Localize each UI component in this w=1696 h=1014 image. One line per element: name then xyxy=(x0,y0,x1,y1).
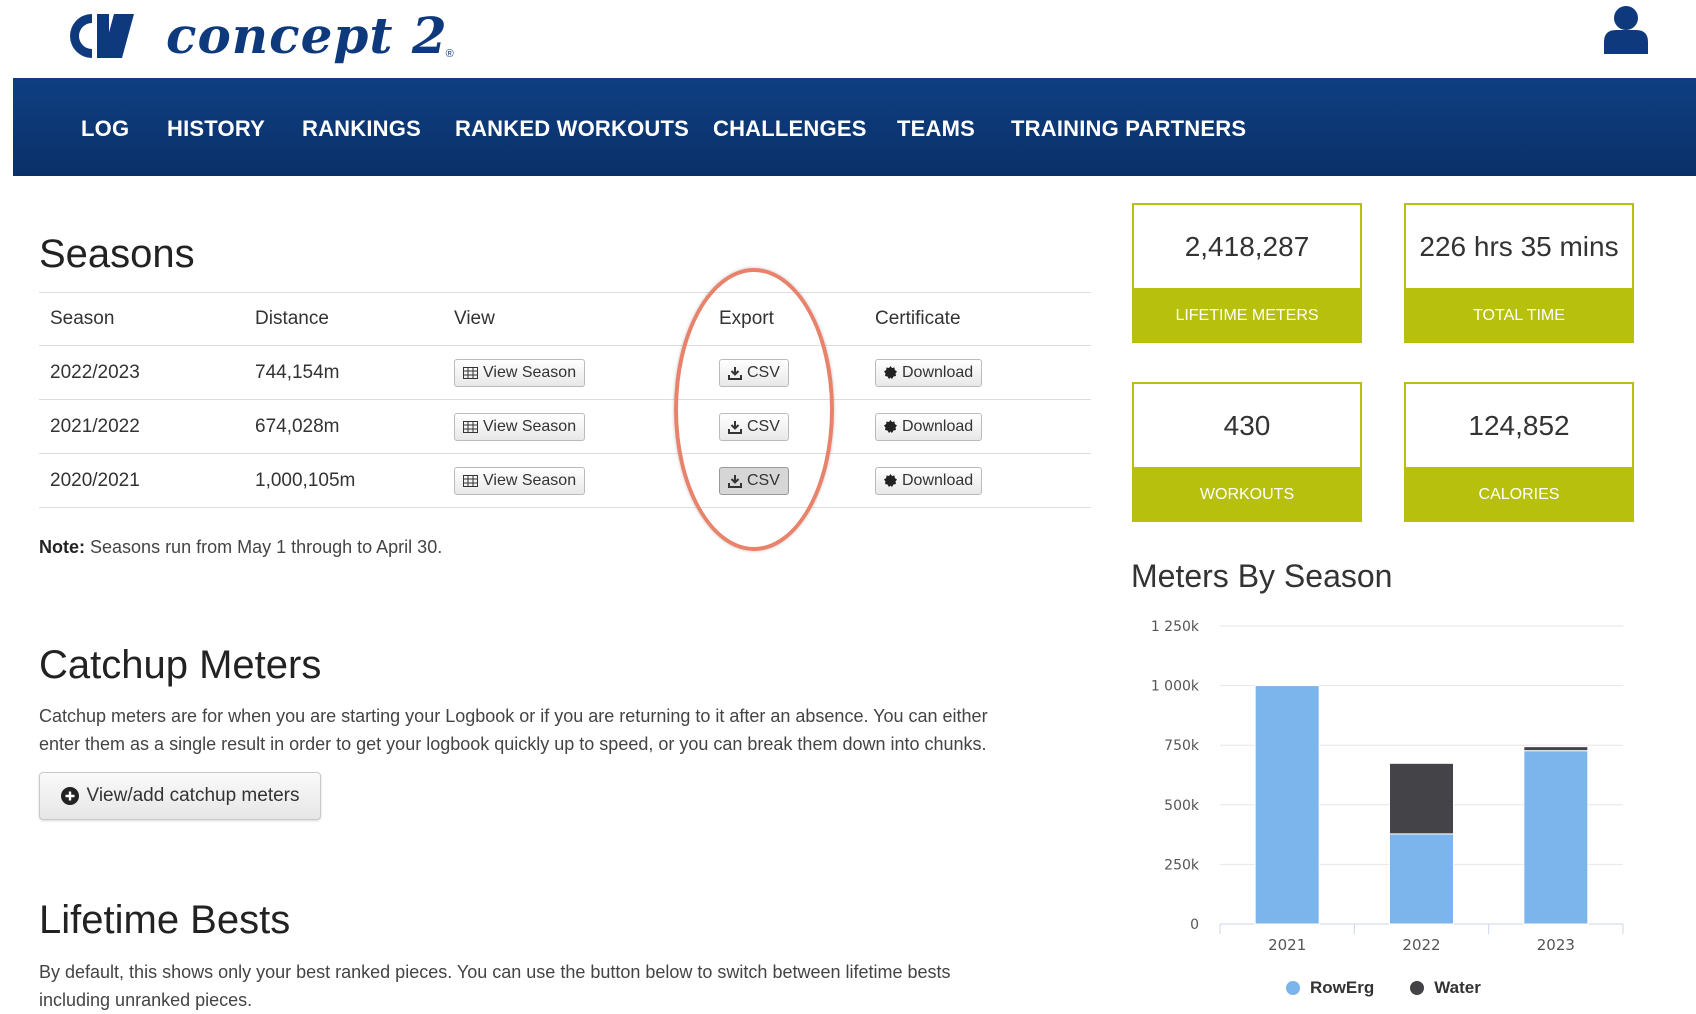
nav-training-partners[interactable]: TRAINING PARTNERS xyxy=(1011,116,1246,142)
y-tick-label: 1 000k xyxy=(1151,679,1200,695)
seasons-note: Note: Seasons run from May 1 through to … xyxy=(39,537,442,558)
table-icon xyxy=(463,474,478,487)
catchup-line-2: enter them as a single result in order t… xyxy=(39,734,987,754)
y-tick-label: 0 xyxy=(1190,917,1199,933)
y-tick-label: 750k xyxy=(1164,738,1200,754)
table-row: 2021/2022 674,028m View Season CSV Downl… xyxy=(39,399,1091,454)
legend-swatch-rowerg xyxy=(1286,981,1300,995)
certificate-badge-icon xyxy=(884,420,897,433)
user-icon[interactable] xyxy=(1602,4,1650,54)
col-distance: Distance xyxy=(244,292,443,346)
stat-value: 124,852 xyxy=(1468,409,1570,441)
plus-circle-icon xyxy=(60,787,79,805)
distance-cell: 1,000,105m xyxy=(244,453,443,508)
seasons-table: Season Distance View Export Certificate … xyxy=(39,292,1091,508)
stat-calories: 124,852 CALORIES xyxy=(1404,382,1634,522)
note-label: Note: xyxy=(39,537,85,557)
view-season-label: View Season xyxy=(483,417,577,435)
brand-name: concept 2 xyxy=(166,6,448,65)
bests-line-1: By default, this shows only your best ra… xyxy=(39,962,951,982)
stat-label: WORKOUTS xyxy=(1134,467,1360,522)
bar-rowerg xyxy=(1254,685,1320,925)
export-highlight-oval xyxy=(674,268,834,551)
view-season-label: View Season xyxy=(483,363,577,381)
bests-description: By default, this shows only your best ra… xyxy=(39,958,951,1014)
catchup-button-label: View/add catchup meters xyxy=(86,785,300,806)
catchup-line-1: Catchup meters are for when you are star… xyxy=(39,706,988,726)
view-season-label: View Season xyxy=(483,471,577,489)
stat-workouts: 430 WORKOUTS xyxy=(1132,382,1362,522)
season-cell: 2021/2022 xyxy=(39,399,244,454)
note-text: Seasons run from May 1 through to April … xyxy=(90,537,443,557)
nav-rankings[interactable]: RANKINGS xyxy=(302,116,421,142)
bests-line-2: including unranked pieces. xyxy=(39,990,253,1010)
certificate-badge-icon xyxy=(884,474,897,487)
chart-legend: RowErg Water xyxy=(1286,978,1481,998)
table-header-row: Season Distance View Export Certificate xyxy=(39,292,1091,346)
y-tick-label: 250k xyxy=(1164,857,1200,873)
season-cell: 2022/2023 xyxy=(39,345,244,400)
download-certificate-button[interactable]: Download xyxy=(875,466,983,495)
chart-title: Meters By Season xyxy=(1131,558,1393,594)
season-cell: 2020/2021 xyxy=(39,453,244,508)
col-view: View xyxy=(443,292,708,346)
stat-lifetime-meters: 2,418,287 LIFETIME METERS xyxy=(1132,203,1362,343)
nav-ranked-workouts[interactable]: RANKED WORKOUTS xyxy=(455,116,689,142)
stat-label: LIFETIME METERS xyxy=(1134,288,1360,343)
legend-item-rowerg[interactable]: RowErg xyxy=(1286,978,1374,998)
download-label: Download xyxy=(902,363,974,381)
meters-by-season-chart: 0 250k 500k 750k 1 000k 1 250k 2021 2022 2023 xyxy=(1151,619,1624,954)
distance-cell: 744,154m xyxy=(244,345,443,400)
certificate-badge-icon xyxy=(884,366,897,379)
table-row: 2020/2021 1,000,105m View Season CSV Dow… xyxy=(39,453,1091,508)
stat-label: TOTAL TIME xyxy=(1406,288,1632,343)
distance-cell: 674,028m xyxy=(244,399,443,454)
main-navbar: LOG HISTORY RANKINGS RANKED WORKOUTS CHA… xyxy=(13,78,1696,176)
concept2-logo[interactable]: concept 2 ® xyxy=(64,6,454,66)
registered-mark: ® xyxy=(445,48,454,60)
download-label: Download xyxy=(902,471,974,489)
view-add-catchup-button[interactable]: View/add catchup meters xyxy=(39,772,321,820)
bar-rowerg xyxy=(1389,833,1454,925)
stat-label: CALORIES xyxy=(1406,467,1632,522)
download-certificate-button[interactable]: Download xyxy=(875,358,983,387)
x-tick-label: 2021 xyxy=(1268,936,1306,954)
seasons-title: Seasons xyxy=(39,232,195,276)
catchup-description: Catchup meters are for when you are star… xyxy=(39,702,988,758)
view-season-button[interactable]: View Season xyxy=(454,466,586,495)
view-season-button[interactable]: View Season xyxy=(454,358,586,387)
bar-rowerg xyxy=(1523,750,1589,925)
x-tick-label: 2022 xyxy=(1402,936,1440,954)
download-label: Download xyxy=(902,417,974,435)
nav-log[interactable]: LOG xyxy=(81,116,129,142)
stat-value: 2,418,287 xyxy=(1184,230,1310,262)
nav-history[interactable]: HISTORY xyxy=(167,116,265,142)
bar-water xyxy=(1523,746,1589,752)
legend-swatch-water xyxy=(1410,981,1425,995)
stat-total-time: 226 hrs 35 mins TOTAL TIME xyxy=(1404,203,1634,343)
nav-teams[interactable]: TEAMS xyxy=(897,116,975,142)
stat-value: 226 hrs 35 mins xyxy=(1419,230,1619,262)
col-certificate: Certificate xyxy=(864,292,1091,346)
y-tick-label: 500k xyxy=(1164,798,1200,814)
download-certificate-button[interactable]: Download xyxy=(875,412,983,441)
table-row: 2022/2023 744,154m View Season CSV Downl… xyxy=(39,345,1091,400)
legend-label-water: Water xyxy=(1434,978,1481,997)
catchup-title: Catchup Meters xyxy=(39,643,322,687)
bar-water xyxy=(1389,762,1454,835)
lifetime-bests-title: Lifetime Bests xyxy=(39,898,291,942)
legend-label-rowerg: RowErg xyxy=(1310,978,1375,997)
concept2-logo-mark xyxy=(70,14,134,58)
stat-value: 430 xyxy=(1223,409,1271,441)
col-season: Season xyxy=(39,292,244,346)
y-tick-label: 1 250k xyxy=(1151,619,1200,635)
x-tick-label: 2023 xyxy=(1537,936,1575,954)
view-season-button[interactable]: View Season xyxy=(454,412,586,441)
nav-challenges[interactable]: CHALLENGES xyxy=(713,116,867,142)
table-icon xyxy=(463,366,478,379)
table-icon xyxy=(463,420,478,433)
legend-item-water[interactable]: Water xyxy=(1410,978,1481,998)
